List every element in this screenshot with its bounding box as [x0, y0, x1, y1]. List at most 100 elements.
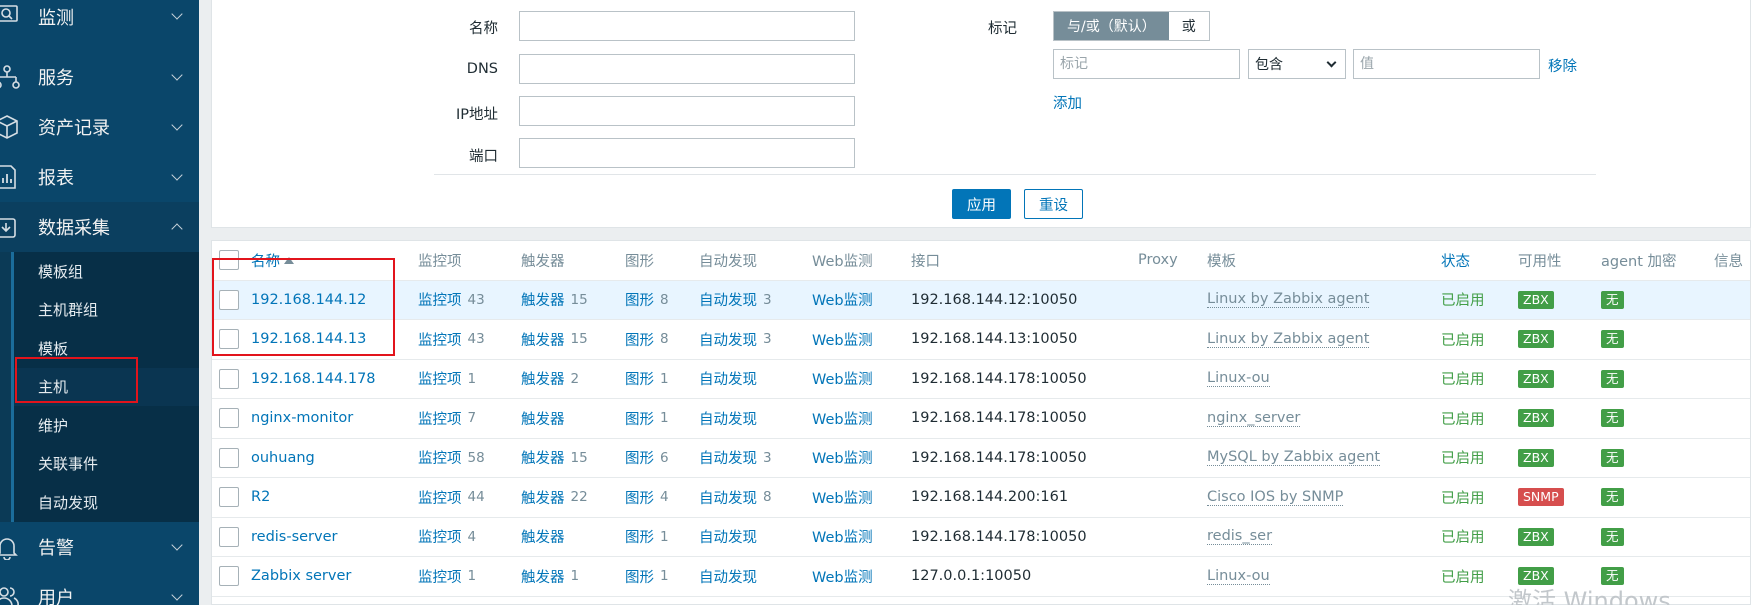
dns-field[interactable] [519, 54, 855, 84]
graphs-link[interactable]: 图形 [625, 408, 654, 429]
row-checkbox[interactable] [219, 447, 239, 468]
web-link[interactable]: Web监测 [812, 439, 873, 478]
add-tag-link[interactable]: 添加 [1053, 92, 1082, 113]
template-link[interactable]: Linux by Zabbix agent [1207, 291, 1370, 309]
row-checkbox[interactable] [219, 368, 239, 389]
tag-andor-option[interactable]: 与/或（默认） [1054, 12, 1169, 40]
status-toggle[interactable]: 已启用 [1441, 320, 1485, 359]
triggers-link[interactable]: 触发器 [521, 487, 565, 508]
ip-field[interactable] [519, 96, 855, 126]
template-link[interactable]: nginx_server [1207, 410, 1301, 427]
graphs-link[interactable]: 图形 [625, 487, 654, 508]
host-name-link[interactable]: 192.168.144.178 [251, 360, 376, 399]
remove-tag-link[interactable]: 移除 [1548, 55, 1577, 76]
row-checkbox[interactable] [219, 289, 239, 310]
submenu-maintenance[interactable]: 维护 [14, 406, 199, 445]
menu-inventory[interactable]: 资产记录 [0, 102, 199, 152]
web-link[interactable]: Web监测 [812, 518, 873, 557]
host-name-link[interactable]: ouhuang [251, 439, 315, 478]
tag-value-field[interactable] [1353, 49, 1540, 79]
graphs-link[interactable]: 图形 [625, 447, 654, 468]
status-toggle[interactable]: 已启用 [1441, 399, 1485, 438]
template-link[interactable]: Linux-ou [1207, 568, 1270, 585]
row-checkbox[interactable] [219, 487, 239, 508]
web-link[interactable]: Web监测 [812, 557, 873, 596]
template-link[interactable]: MySQL by Zabbix agent [1207, 449, 1381, 467]
discovery-link[interactable]: 自动发现 [699, 566, 757, 587]
menu-users[interactable]: 用户 [0, 572, 199, 605]
status-toggle[interactable]: 已启用 [1441, 439, 1485, 478]
status-toggle[interactable]: 已启用 [1441, 518, 1485, 557]
items-link[interactable]: 监控项 [418, 526, 462, 547]
host-name-link[interactable]: nginx-monitor [251, 399, 353, 438]
menu-reports[interactable]: 报表 [0, 152, 199, 202]
items-link[interactable]: 监控项 [418, 447, 462, 468]
items-link[interactable]: 监控项 [418, 329, 462, 350]
status-toggle[interactable]: 已启用 [1441, 478, 1485, 517]
discovery-link[interactable]: 自动发现 [699, 329, 757, 350]
status-toggle[interactable]: 已启用 [1441, 281, 1485, 320]
template-link[interactable]: redis_ser [1207, 528, 1273, 546]
discovery-link[interactable]: 自动发现 [699, 408, 757, 429]
menu-data-collection[interactable]: 数据采集 [0, 202, 199, 252]
reset-button[interactable]: 重设 [1024, 189, 1083, 219]
column-name[interactable]: 名称 [251, 241, 294, 280]
template-link[interactable]: Cisco IOS by SNMP [1207, 489, 1344, 506]
row-checkbox[interactable] [219, 408, 239, 429]
status-toggle[interactable]: 已启用 [1441, 360, 1485, 399]
triggers-link[interactable]: 触发器 [521, 289, 565, 310]
graphs-link[interactable]: 图形 [625, 329, 654, 350]
apply-button[interactable]: 应用 [952, 189, 1011, 219]
submenu-hosts[interactable]: 主机 [14, 367, 199, 406]
select-all-checkbox[interactable] [219, 250, 239, 271]
host-name-link[interactable]: Zabbix server [251, 557, 351, 596]
web-link[interactable]: Web监测 [812, 478, 873, 517]
triggers-link[interactable]: 触发器 [521, 526, 565, 547]
web-link[interactable]: Web监测 [812, 399, 873, 438]
row-checkbox[interactable] [219, 566, 239, 587]
template-link[interactable]: Linux by Zabbix agent [1207, 331, 1370, 348]
items-link[interactable]: 监控项 [418, 408, 462, 429]
submenu-host-groups[interactable]: 主机群组 [14, 291, 199, 330]
web-link[interactable]: Web监测 [812, 281, 873, 320]
discovery-link[interactable]: 自动发现 [699, 487, 757, 508]
items-link[interactable]: 监控项 [418, 368, 462, 389]
template-link[interactable]: Linux-ou [1207, 370, 1270, 388]
row-checkbox[interactable] [219, 526, 239, 547]
graphs-link[interactable]: 图形 [625, 526, 654, 547]
triggers-link[interactable]: 触发器 [521, 408, 565, 429]
menu-alerts[interactable]: 告警 [0, 522, 199, 572]
discovery-link[interactable]: 自动发现 [699, 447, 757, 468]
submenu-templates[interactable]: 模板 [14, 329, 199, 368]
graphs-link[interactable]: 图形 [625, 289, 654, 310]
submenu-template-groups[interactable]: 模板组 [14, 252, 199, 291]
host-name-link[interactable]: R2 [251, 478, 270, 517]
triggers-link[interactable]: 触发器 [521, 329, 565, 350]
graphs-link[interactable]: 图形 [625, 368, 654, 389]
tag-or-option[interactable]: 或 [1168, 12, 1209, 40]
tag-operator-select[interactable]: 包含 [1248, 49, 1346, 79]
name-field[interactable] [519, 11, 855, 41]
submenu-discovery[interactable]: 自动发现 [14, 483, 199, 522]
discovery-link[interactable]: 自动发现 [699, 289, 757, 310]
web-link[interactable]: Web监测 [812, 360, 873, 399]
host-name-link[interactable]: 192.168.144.12 [251, 281, 366, 320]
host-name-link[interactable]: 192.168.144.13 [251, 320, 366, 359]
row-checkbox[interactable] [219, 329, 239, 350]
triggers-link[interactable]: 触发器 [521, 447, 565, 468]
web-link[interactable]: Web监测 [812, 320, 873, 359]
items-link[interactable]: 监控项 [418, 487, 462, 508]
triggers-link[interactable]: 触发器 [521, 368, 565, 389]
column-status[interactable]: 状态 [1441, 241, 1470, 280]
discovery-link[interactable]: 自动发现 [699, 368, 757, 389]
tag-name-field[interactable] [1053, 49, 1240, 79]
discovery-link[interactable]: 自动发现 [699, 526, 757, 547]
host-name-link[interactable]: redis-server [251, 518, 337, 557]
triggers-link[interactable]: 触发器 [521, 566, 565, 587]
submenu-event-correlation[interactable]: 关联事件 [14, 445, 199, 484]
items-link[interactable]: 监控项 [418, 289, 462, 310]
status-toggle[interactable]: 已启用 [1441, 557, 1485, 596]
graphs-link[interactable]: 图形 [625, 566, 654, 587]
menu-services[interactable]: 服务 [0, 52, 199, 102]
items-link[interactable]: 监控项 [418, 566, 462, 587]
